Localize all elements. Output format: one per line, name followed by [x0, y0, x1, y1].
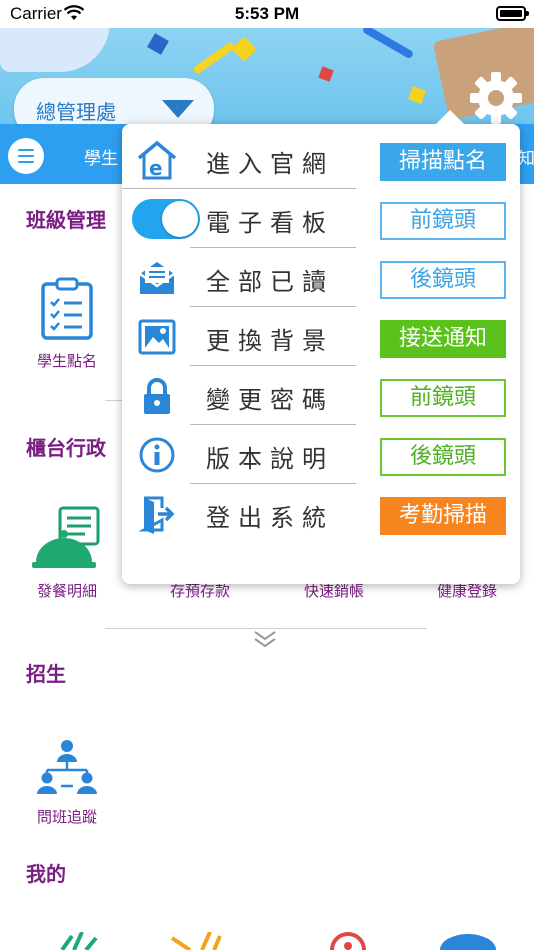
banner-decoration	[231, 36, 257, 62]
section-title-mine: 我的	[26, 862, 66, 886]
expand-chevron-icon[interactable]	[253, 628, 277, 648]
menu-item-label: 變更密碼	[206, 386, 334, 414]
settings-popover-menu: e 進入官網 掃描點名 電子看板 前鏡頭 全部已讀 後鏡頭 更換背景 接送通知	[122, 110, 520, 584]
grid-item-label: 學生點名	[36, 352, 97, 370]
banner-decoration	[408, 86, 426, 104]
banner-decoration	[0, 28, 110, 72]
menu-item-label: 更換背景	[206, 327, 334, 355]
campus-select[interactable]: 總管理處	[14, 78, 214, 124]
menu-item-label: 版本說明	[206, 445, 334, 473]
nav-tab-right[interactable]: 知	[518, 144, 534, 169]
front-camera-button[interactable]: 前鏡頭	[380, 379, 506, 417]
partial-icon	[330, 932, 366, 950]
menu-item-digital-signage[interactable]: 電子看板 前鏡頭	[122, 189, 520, 248]
grid-item-class-tracking[interactable]: 問班追蹤	[0, 738, 134, 827]
scan-rollcall-button[interactable]: 掃描點名	[380, 143, 506, 181]
clipboard-check-icon	[41, 277, 93, 340]
banner-decoration	[147, 33, 169, 55]
banner-decoration	[192, 40, 236, 76]
menu-item-change-password[interactable]: 變更密碼 前鏡頭	[122, 366, 520, 425]
digital-signage-toggle[interactable]	[132, 199, 200, 239]
menu-item-label: 全部已讀	[206, 268, 334, 296]
status-bar: Carrier 5:53 PM	[0, 0, 534, 28]
rear-camera-button[interactable]: 後鏡頭	[380, 438, 506, 476]
menu-item-logout[interactable]: 登出系統 考勤掃描	[122, 484, 520, 543]
menu-item-official-site[interactable]: e 進入官網 掃描點名	[122, 130, 520, 189]
hamburger-menu-button[interactable]	[8, 138, 44, 174]
battery-icon	[496, 6, 529, 21]
section-title-enrollment: 招生	[26, 662, 66, 686]
grid-item-label: 發餐明細	[36, 582, 97, 600]
partial-icon	[170, 932, 222, 950]
menu-item-mark-all-read[interactable]: 全部已讀 後鏡頭	[122, 248, 520, 307]
partial-icon	[60, 932, 98, 950]
home-web-icon: e	[137, 140, 177, 180]
partial-icon	[440, 934, 496, 950]
nav-tab-left[interactable]: 學生	[84, 144, 118, 169]
campus-select-value: 總管理處	[36, 100, 116, 124]
section-title-front-desk: 櫃台行政	[26, 436, 106, 460]
gear-icon[interactable]	[466, 68, 526, 124]
image-icon	[138, 319, 176, 355]
menu-item-label: 進入官網	[206, 150, 334, 178]
banner-decoration	[318, 66, 334, 82]
banner-decoration	[361, 28, 415, 60]
menu-item-version-info[interactable]: 版本說明 後鏡頭	[122, 425, 520, 484]
grid-item-label: 問班追蹤	[36, 808, 97, 826]
front-camera-button[interactable]: 前鏡頭	[380, 202, 506, 240]
mail-read-icon	[139, 262, 175, 294]
section-title-class-management: 班級管理	[26, 208, 106, 232]
pickup-notice-button[interactable]: 接送通知	[380, 320, 506, 358]
logout-door-icon	[138, 496, 175, 534]
svg-text:e: e	[149, 156, 163, 180]
attendance-scan-button[interactable]: 考勤掃描	[380, 497, 506, 535]
lock-icon	[144, 378, 170, 414]
class-tracking-icon	[37, 740, 97, 794]
grid-item-student-rollcall[interactable]: 學生點名	[0, 276, 134, 371]
menu-item-label: 登出系統	[206, 504, 334, 532]
clock: 5:53 PM	[234, 4, 300, 23]
menu-item-label: 電子看板	[206, 209, 334, 237]
menu-item-change-background[interactable]: 更換背景 接送通知	[122, 307, 520, 366]
rear-camera-button[interactable]: 後鏡頭	[380, 261, 506, 299]
dropdown-arrow-icon	[162, 100, 194, 118]
meal-bell-icon	[32, 506, 100, 568]
info-icon	[139, 437, 175, 473]
grid-item-meal-details[interactable]: 發餐明細	[0, 506, 134, 601]
